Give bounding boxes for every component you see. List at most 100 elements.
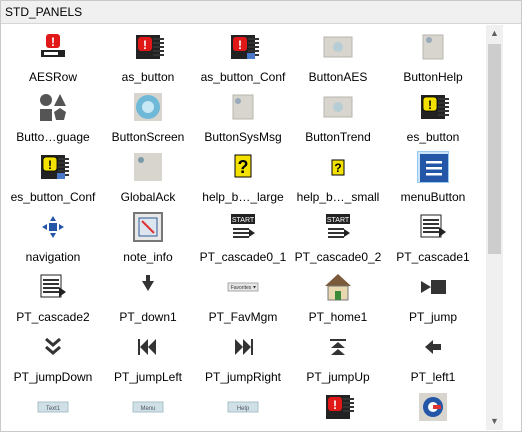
panel-item[interactable]: ButtonSysMsg xyxy=(195,89,291,147)
panel-item-label: GlobalAck xyxy=(120,190,176,204)
panel-item-label: navigation xyxy=(25,250,81,264)
panel-item[interactable]: START PT_cascade0_1 xyxy=(195,209,291,267)
favorites-icon: Favorites xyxy=(227,271,259,303)
panel-item[interactable]: GlobalAck xyxy=(100,149,196,207)
cascade-start-icon: START xyxy=(227,211,259,243)
panel-item[interactable]: PT_jumpRight xyxy=(195,329,291,387)
cascade-start-2-icon: START xyxy=(322,211,354,243)
panel-item-label: AESRow xyxy=(28,70,78,84)
shapes-icon xyxy=(37,91,69,123)
panel-item-label: PT_cascade0_2 xyxy=(294,250,382,264)
panel-item-label: PT_down1 xyxy=(119,310,177,324)
menu-text-button-icon: Menu xyxy=(132,391,164,423)
panel-item-label: PT_jumpRight xyxy=(204,370,282,384)
panel-item[interactable]: PT_jumpUp xyxy=(290,329,386,387)
svg-text:START: START xyxy=(327,217,350,224)
svg-text:Text1: Text1 xyxy=(46,406,61,412)
panel-item[interactable]: navigation xyxy=(5,209,101,267)
panel-item-label: ButtonSysMsg xyxy=(204,130,282,144)
panel-item-label: PT_jumpDown xyxy=(13,370,93,384)
panel-item[interactable]: PT_down1 xyxy=(100,269,196,327)
panel-item-label: as_button xyxy=(121,70,175,84)
panel-item-label: PT_jumpUp xyxy=(306,370,370,384)
panel-item[interactable]: PT_cascade2 xyxy=(5,269,101,327)
scroll-down-button[interactable]: ▼ xyxy=(486,413,503,430)
panel-item[interactable]: Menu xyxy=(100,389,196,429)
panel-item[interactable] xyxy=(385,389,481,429)
panel-item[interactable]: PT_jumpLeft xyxy=(100,329,196,387)
panel-item-label: ButtonScreen xyxy=(111,130,185,144)
alert-row-icon: ! xyxy=(322,391,359,423)
panel-item-label: help_b…_large xyxy=(202,190,284,204)
panel-item[interactable]: menuButton xyxy=(385,149,481,207)
help-large-icon: ? xyxy=(227,151,259,183)
svg-text:Menu: Menu xyxy=(140,406,155,412)
home-icon xyxy=(322,271,354,303)
panel-item-label: note_info xyxy=(123,250,173,264)
panel-item-label: es_button_Conf xyxy=(10,190,96,204)
panel-item[interactable]: Butto…guage xyxy=(5,89,101,147)
scroll-thumb[interactable] xyxy=(488,44,501,254)
svg-text:!: ! xyxy=(143,38,147,52)
panel-item[interactable]: ! as_button_Conf xyxy=(195,29,291,87)
scroll-up-button[interactable]: ▲ xyxy=(486,25,503,42)
panel-item[interactable]: ! es_button_Conf xyxy=(5,149,101,207)
panel-item[interactable]: ? help_b…_small xyxy=(290,149,386,207)
panel-item-label: menuButton xyxy=(400,190,466,204)
alert-screen-icon: ! xyxy=(132,31,169,63)
panel-item[interactable]: PT_cascade1 xyxy=(385,209,481,267)
panel-item-label: ButtonTrend xyxy=(305,130,371,144)
svg-text:?: ? xyxy=(334,161,341,175)
icon-grid: ! AESRow! as_button ! as_button_Conf ButtonAE… xyxy=(1,25,485,429)
panel-item[interactable]: ! as_button xyxy=(100,29,196,87)
panel-item[interactable]: ? help_b…_large xyxy=(195,149,291,207)
help-button-icon xyxy=(417,31,449,63)
panel-item-label: es_button xyxy=(406,130,460,144)
panel-item[interactable]: Text1 xyxy=(5,389,101,429)
svg-text:Favorites: Favorites xyxy=(231,285,252,291)
menu-icon xyxy=(417,151,449,183)
help-small-icon: ? xyxy=(322,151,354,183)
navigation-icon xyxy=(37,211,69,243)
alert-screen-config-icon: ! xyxy=(227,31,264,63)
gear-refresh-icon xyxy=(417,391,449,423)
panel-item[interactable]: ButtonHelp xyxy=(385,29,481,87)
panel-item-label: PT_left1 xyxy=(410,370,456,384)
svg-text:!: ! xyxy=(51,35,55,49)
panel-item-label: ButtonAES xyxy=(308,70,368,84)
panel-item-label: help_b…_small xyxy=(296,190,380,204)
cascade-2-icon xyxy=(37,271,69,303)
panel-item[interactable]: ! AESRow xyxy=(5,29,101,87)
panel-item[interactable]: ButtonScreen xyxy=(100,89,196,147)
aes-button-icon xyxy=(322,31,354,63)
sysmsg-button-icon xyxy=(227,91,259,123)
panel-item-label: PT_FavMgm xyxy=(208,310,278,324)
screen-button-icon xyxy=(132,91,164,123)
panel-item-label: PT_cascade2 xyxy=(16,310,90,324)
panel-title: STD_PANELS xyxy=(5,5,83,19)
panel-item[interactable]: ButtonTrend xyxy=(290,89,386,147)
panel-item[interactable]: ! xyxy=(290,389,386,429)
panel-item[interactable]: PT_home1 xyxy=(290,269,386,327)
panel-item[interactable]: ! es_button xyxy=(385,89,481,147)
panel-item[interactable]: ButtonAES xyxy=(290,29,386,87)
jump-down-icon xyxy=(37,331,69,363)
panel-window: STD_PANELS ! AESRow! as_button ! as_button_C… xyxy=(0,0,522,432)
panel-item[interactable]: PT_left1 xyxy=(385,329,481,387)
panel-item-label: Butto…guage xyxy=(16,130,90,144)
panel-item[interactable]: START PT_cascade0_2 xyxy=(290,209,386,267)
svg-text:!: ! xyxy=(238,38,242,52)
event-screen-config-icon: ! xyxy=(37,151,74,183)
panel-header: STD_PANELS xyxy=(1,1,521,24)
svg-text:START: START xyxy=(232,217,255,224)
panel-item[interactable]: Favorites PT_FavMgm xyxy=(195,269,291,327)
panel-item-label: PT_jumpLeft xyxy=(113,370,183,384)
vertical-scrollbar[interactable]: ▲ ▼ xyxy=(486,25,503,430)
panel-item[interactable]: PT_jumpDown xyxy=(5,329,101,387)
panel-item-label: PT_home1 xyxy=(308,310,368,324)
panel-item[interactable]: PT_jump xyxy=(385,269,481,327)
panel-item[interactable]: Help xyxy=(195,389,291,429)
event-screen-icon: ! xyxy=(417,91,454,123)
jump-left-icon xyxy=(132,331,164,363)
panel-item[interactable]: note_info xyxy=(100,209,196,267)
